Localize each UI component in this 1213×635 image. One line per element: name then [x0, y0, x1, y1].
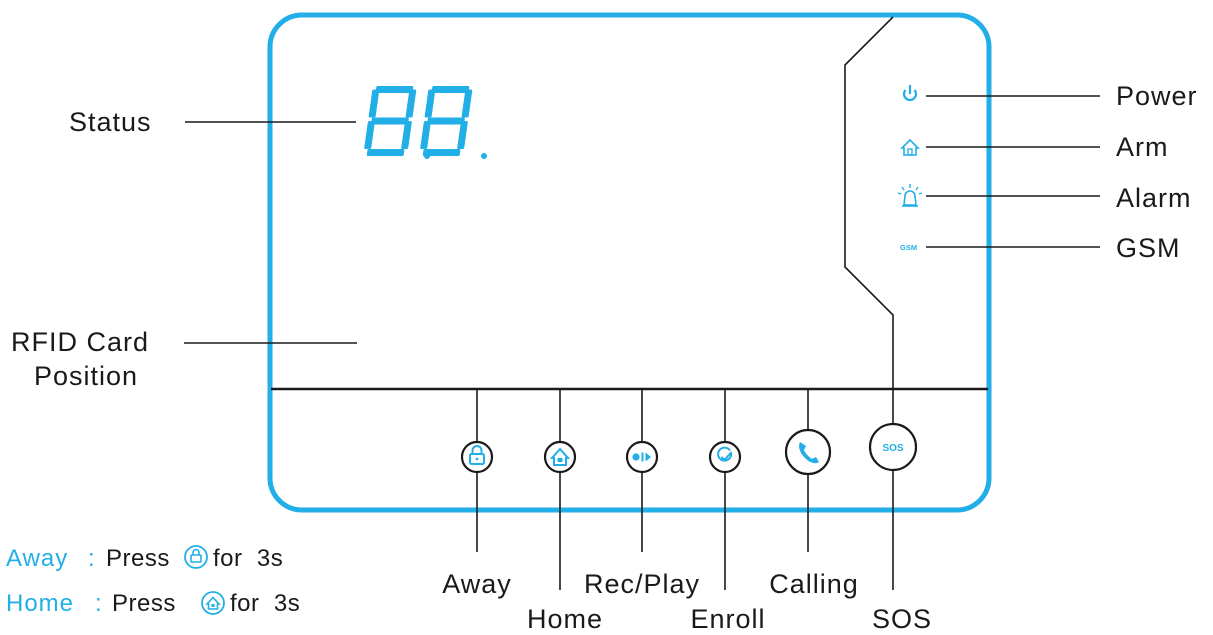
legend-away-press: Press: [106, 545, 170, 572]
siren-icon: [897, 184, 923, 207]
recplay-button[interactable]: [625, 440, 659, 474]
rfid-label-line2: Position: [34, 361, 138, 391]
rfid-label-line1: RFID Card: [11, 327, 149, 357]
legend-away-sep: :: [88, 545, 96, 572]
legend-home: Home : Press for 3s: [6, 590, 300, 617]
segment-a: [431, 86, 470, 93]
calling-button[interactable]: [784, 428, 832, 476]
gsm-icon: GSM: [900, 243, 917, 252]
segment-e: [420, 121, 431, 149]
gsm-label: GSM: [1116, 233, 1181, 263]
alarm-label: Alarm: [1116, 183, 1192, 213]
segment-e: [364, 121, 375, 149]
calling-label: Calling: [769, 569, 859, 599]
indicator-arm: Arm: [900, 132, 1169, 162]
legend-home-duration: for 3s: [230, 590, 300, 617]
segment-a: [375, 86, 414, 93]
enroll-label: Enroll: [690, 604, 765, 634]
segment-g: [427, 117, 465, 125]
segment-c: [457, 121, 468, 149]
power-label: Power: [1116, 81, 1198, 111]
status-display: [364, 86, 473, 156]
segment-g: [371, 117, 409, 125]
segment-d: [366, 149, 405, 156]
home-outline-icon: [900, 138, 920, 156]
recplay-label: Rec/Play: [584, 569, 700, 599]
legend-home-key: Home: [6, 590, 74, 617]
home-button[interactable]: [543, 440, 577, 474]
enroll-button[interactable]: [708, 440, 742, 474]
segment-b: [461, 89, 473, 118]
legend-away: Away : Press for 3s: [6, 545, 283, 572]
arm-label: Arm: [1116, 132, 1169, 162]
segment-b: [405, 89, 417, 118]
segment-f: [424, 89, 436, 118]
away-label: Away: [442, 569, 512, 599]
indicator-power: Power: [902, 81, 1198, 111]
sos-icon: SOS: [882, 443, 903, 454]
legend-home-sep: :: [95, 590, 103, 617]
status-label: Status: [69, 107, 152, 137]
segment-c: [401, 121, 412, 149]
sos-label: SOS: [872, 604, 932, 634]
legend-home-press: Press: [112, 590, 176, 617]
power-icon: [902, 85, 918, 102]
status-digit-1: [364, 86, 417, 156]
home-lock-icon: [201, 591, 225, 615]
legend-away-key: Away: [6, 545, 68, 572]
indicator-alarm: Alarm: [897, 183, 1192, 213]
away-button[interactable]: [460, 440, 494, 474]
segment-f: [368, 89, 380, 118]
legend-away-duration: for 3s: [213, 545, 283, 572]
decimal-point-1: [424, 153, 430, 159]
indicator-panel-outline: [844, 16, 894, 389]
sos-button[interactable]: SOS: [868, 422, 918, 472]
status-digit-2: [420, 86, 473, 156]
padlock-icon: [184, 545, 208, 569]
home-label: Home: [527, 604, 603, 634]
panel-diagram: Status RFID Card Position Power Arm Alar…: [6, 12, 1198, 634]
indicator-gsm: GSM GSM: [900, 233, 1181, 263]
decimal-point-2: [481, 153, 487, 159]
